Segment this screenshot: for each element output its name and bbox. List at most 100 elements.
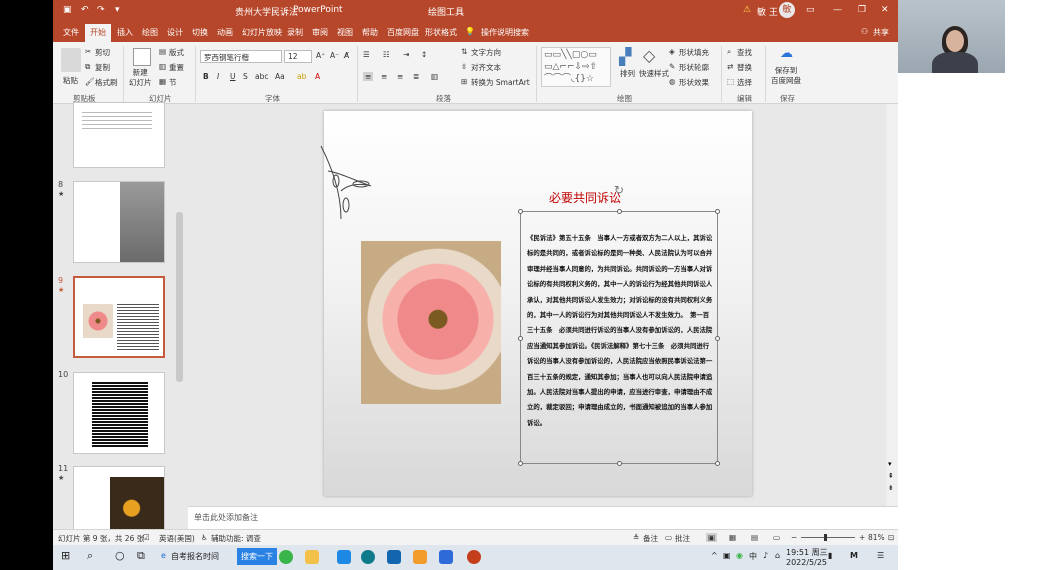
arrange-icon[interactable]: ▞ bbox=[619, 47, 631, 66]
tab-review[interactable]: 审阅 bbox=[312, 27, 328, 38]
resize-handle[interactable] bbox=[715, 209, 720, 214]
shape-outline-button[interactable]: 形状轮廓 bbox=[679, 62, 709, 73]
thumbnail-scrollbar[interactable] bbox=[176, 212, 183, 382]
close-icon[interactable]: ✕ bbox=[881, 5, 889, 15]
font-size-select[interactable]: 12 bbox=[284, 50, 312, 63]
slide-thumbnail-10[interactable] bbox=[73, 372, 165, 454]
resize-handle[interactable] bbox=[617, 461, 622, 466]
underline-button[interactable]: U bbox=[230, 72, 236, 81]
taskbar-search-button[interactable]: 搜索一下 bbox=[237, 548, 277, 565]
format-painter-icon[interactable]: 🖌 bbox=[85, 77, 95, 86]
language-indicator[interactable]: 英语(美国) bbox=[159, 533, 195, 544]
lightbulb-icon[interactable]: 💡 bbox=[465, 27, 475, 36]
start-icon[interactable]: ⊞ bbox=[61, 549, 70, 562]
notes-button[interactable]: 备注 bbox=[643, 533, 658, 544]
shape-effects-button[interactable]: 形状效果 bbox=[679, 77, 709, 88]
tab-home[interactable]: 开始 bbox=[85, 24, 111, 42]
font-name-select[interactable]: 罗西钢笔行楷 bbox=[200, 50, 282, 63]
format-painter-button[interactable]: 格式刷 bbox=[95, 77, 118, 88]
quick-styles-button[interactable]: 快速样式 bbox=[639, 68, 669, 79]
zoom-level[interactable]: 81% bbox=[868, 533, 885, 542]
line-spacing-icon[interactable]: ↕ bbox=[421, 50, 427, 59]
smartart-button[interactable]: 转换为 SmartArt bbox=[471, 77, 530, 88]
undo-icon[interactable]: ↶ bbox=[81, 5, 89, 15]
mail-icon[interactable] bbox=[387, 550, 401, 564]
canvas-scrollbar[interactable]: ▾ ⇞ ⇟ bbox=[886, 104, 898, 506]
browser-icon[interactable] bbox=[279, 550, 293, 564]
slide-thumbnail-11[interactable] bbox=[73, 466, 165, 530]
clear-format-icon[interactable]: A̸ bbox=[344, 51, 349, 60]
tab-transitions[interactable]: 切换 bbox=[192, 27, 208, 38]
maximize-icon[interactable]: ❐ bbox=[858, 5, 866, 15]
task-view-icon[interactable]: ⧉ bbox=[137, 549, 145, 563]
baidu-cloud-icon[interactable]: ☁ bbox=[780, 46, 793, 61]
file-explorer-icon[interactable] bbox=[305, 550, 319, 564]
section-button[interactable]: 节 bbox=[169, 77, 177, 88]
tab-view[interactable]: 视图 bbox=[337, 27, 353, 38]
highlight-icon[interactable]: ab bbox=[297, 72, 306, 81]
fit-slide-icon[interactable]: ⊡ bbox=[888, 533, 894, 542]
volume-icon[interactable]: ♪ bbox=[763, 551, 768, 560]
shape-outline-icon[interactable]: ✎ bbox=[669, 62, 675, 71]
cut-icon[interactable]: ✂ bbox=[85, 47, 91, 56]
align-text-icon[interactable]: ⇳ bbox=[461, 62, 467, 71]
ribbon-display-icon[interactable]: ▭ bbox=[806, 5, 815, 15]
tray-chevron-icon[interactable]: ^ bbox=[711, 551, 718, 560]
comments-button[interactable]: 批注 bbox=[675, 533, 690, 544]
italic-button[interactable]: I bbox=[217, 72, 219, 81]
prev-slide-icon[interactable]: ⇞ bbox=[888, 472, 894, 480]
text-direction-button[interactable]: 文字方向 bbox=[471, 47, 501, 58]
share-icon[interactable]: ⚇ bbox=[861, 27, 868, 36]
arrange-button[interactable]: 排列 bbox=[620, 68, 635, 79]
minimize-icon[interactable]: — bbox=[833, 5, 842, 15]
tray-m-icon[interactable]: M bbox=[850, 551, 858, 560]
find-button[interactable]: 查找 bbox=[737, 47, 752, 58]
slideshow-icon[interactable]: ▭ bbox=[773, 533, 780, 542]
bullets-icon[interactable]: ☰ bbox=[363, 50, 370, 59]
align-left-icon[interactable]: ≡ bbox=[363, 72, 374, 81]
tab-help[interactable]: 帮助 bbox=[362, 27, 378, 38]
tab-shape-format[interactable]: 形状格式 bbox=[425, 27, 457, 38]
shape-effects-icon[interactable]: ◍ bbox=[669, 77, 676, 86]
tray-app-icon[interactable]: ▣ bbox=[723, 551, 731, 560]
new-slide-button[interactable]: 新建 幻灯片 bbox=[129, 68, 152, 88]
reset-icon[interactable]: ▥ bbox=[159, 62, 166, 71]
align-right-icon[interactable]: ≡ bbox=[397, 72, 403, 81]
tray-status-icon[interactable]: ◉ bbox=[736, 551, 743, 560]
section-icon[interactable]: ▦ bbox=[159, 77, 166, 86]
font-color-icon[interactable]: A bbox=[315, 72, 320, 81]
layout-icon[interactable]: ▤ bbox=[159, 47, 166, 56]
smartart-icon[interactable]: ⊞ bbox=[461, 77, 467, 86]
resize-handle[interactable] bbox=[518, 209, 523, 214]
slide-thumbnail-7[interactable] bbox=[73, 102, 165, 168]
store-icon[interactable] bbox=[337, 550, 351, 564]
edge-browser-icon[interactable] bbox=[361, 550, 375, 564]
resize-handle[interactable] bbox=[715, 461, 720, 466]
resize-handle[interactable] bbox=[617, 209, 622, 214]
clock-time[interactable]: 19:51 周三 bbox=[786, 547, 828, 558]
photos-icon[interactable] bbox=[439, 550, 453, 564]
slide-title[interactable]: 必要共同诉讼 bbox=[549, 189, 621, 206]
warning-icon[interactable]: ⚠ bbox=[743, 5, 751, 15]
copy-icon[interactable]: ⧉ bbox=[85, 62, 90, 72]
rotate-handle-icon[interactable]: ↻ bbox=[614, 183, 624, 197]
resize-handle[interactable] bbox=[518, 336, 523, 341]
tab-animations[interactable]: 动画 bbox=[217, 27, 233, 38]
body-textbox-selected[interactable]: 《民诉法》第五十五条 当事人一方或者双方为二人以上，其诉讼标的是共同的，或者诉讼… bbox=[518, 209, 720, 466]
zoom-out-icon[interactable]: − bbox=[791, 533, 797, 542]
paste-icon[interactable] bbox=[61, 48, 81, 72]
tab-record[interactable]: 录制 bbox=[287, 27, 303, 38]
grow-font-icon[interactable]: A⁺ bbox=[316, 51, 325, 60]
cut-button[interactable]: 剪切 bbox=[95, 47, 110, 58]
tab-design[interactable]: 设计 bbox=[167, 27, 183, 38]
copy-button[interactable]: 复制 bbox=[95, 62, 110, 73]
shape-fill-button[interactable]: 形状填充 bbox=[679, 47, 709, 58]
accessibility-indicator[interactable]: 辅助功能: 调查 bbox=[211, 533, 261, 544]
justify-icon[interactable]: ≣ bbox=[413, 72, 419, 81]
reading-view-icon[interactable]: ▤ bbox=[751, 533, 758, 542]
slide-thumbnail-8[interactable] bbox=[73, 181, 165, 263]
char-spacing-button[interactable]: abc bbox=[255, 72, 268, 81]
replace-button[interactable]: 替换 bbox=[737, 62, 752, 73]
share-button[interactable]: 共享 bbox=[873, 27, 889, 38]
redo-icon[interactable]: ↷ bbox=[97, 5, 105, 15]
